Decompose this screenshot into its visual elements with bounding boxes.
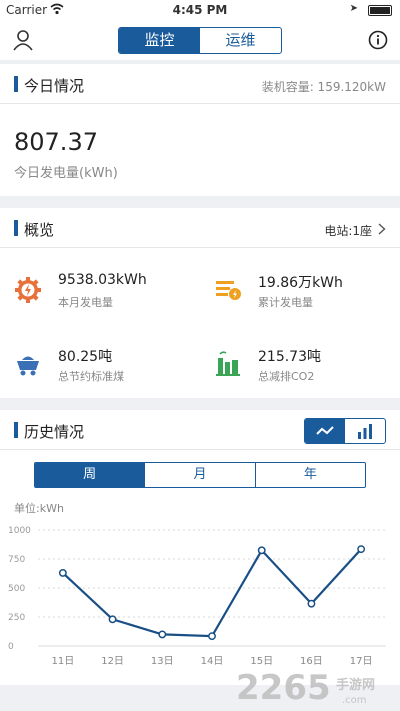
y-tick-label: 500: [8, 584, 25, 594]
data-point: [158, 630, 167, 639]
history-line-chart: 0 250 500 750 1000 11日 12日 13日 14日 15日 16日 17日: [8, 526, 386, 667]
installed-capacity: 装机容量: 159.120kW: [261, 80, 386, 94]
data-point: [357, 545, 366, 554]
period-year[interactable]: 年: [256, 463, 365, 487]
x-tick-label: 17日: [350, 656, 373, 667]
line-chart-icon: [316, 426, 334, 435]
battery-icon: [368, 5, 392, 16]
history-card: 历史情况 周 月 年 单位:kWh 0 250 500 750 1000 11日 12日 13…: [0, 410, 400, 685]
x-tick-label: 12日: [101, 656, 124, 667]
overview-card: 概览 电站:1座 9538.03kWh 本月发电量 19.86万kWh 累计发电…: [0, 208, 400, 398]
main-tab-switch: 监控 运维: [118, 27, 282, 54]
stat-label: 累计发电量: [258, 296, 313, 309]
today-generation-label: 今日发电量(kWh): [14, 166, 118, 181]
nav-bar: 监控 运维: [0, 20, 400, 60]
today-card: 今日情况 装机容量: 159.120kW 807.37 今日发电量(kWh): [0, 64, 400, 196]
data-point: [58, 568, 67, 577]
period-week[interactable]: 周: [35, 463, 146, 487]
data-point: [208, 632, 216, 641]
y-tick-label: 0: [8, 642, 14, 652]
overview-card-header[interactable]: 概览 电站:1座: [0, 208, 400, 248]
y-tick-label: 1000: [8, 526, 31, 536]
chart-unit: 单位:kWh: [14, 502, 64, 515]
location-arrow-icon: ➤: [349, 3, 358, 14]
x-tick-label: 16日: [300, 656, 323, 667]
site-watermark-logo: 2265 手游网 .com: [236, 668, 375, 707]
overview-title: 概览: [24, 221, 55, 239]
y-tick-label: 250: [8, 613, 25, 623]
data-point: [108, 615, 117, 624]
section-marker: [14, 220, 18, 236]
line-chart-button[interactable]: [305, 419, 345, 443]
stat-value: 9538.03kWh: [58, 272, 147, 288]
chevron-right-icon: [378, 223, 386, 235]
stat-value: 80.25吨: [58, 349, 113, 365]
svg-text:.com: .com: [342, 695, 367, 706]
period-switch: 周 月 年: [34, 462, 366, 488]
history-title: 历史情况: [24, 423, 85, 441]
stat-value: 19.86万kWh: [258, 275, 343, 291]
user-icon[interactable]: [12, 29, 34, 51]
today-title: 今日情况: [24, 77, 85, 95]
status-bar: Carrier 4:45 PM ➤: [0, 0, 400, 20]
y-tick-label: 750: [8, 555, 25, 565]
stat-label: 总减排CO2: [258, 370, 315, 383]
svg-text:2265: 2265: [236, 668, 331, 707]
data-point: [307, 599, 316, 608]
today-generation-value: 807.37: [14, 128, 98, 156]
stat-label: 总节约标准煤: [58, 370, 124, 383]
gear-bolt-icon: [15, 277, 41, 303]
chart-type-toggle: [304, 418, 386, 444]
x-tick-label: 11日: [51, 656, 74, 667]
data-point: [257, 546, 266, 555]
x-tick-label: 13日: [151, 656, 174, 667]
status-time: 4:45 PM: [172, 3, 228, 17]
stack-bolt-icon: [216, 281, 241, 300]
section-marker: [14, 422, 18, 438]
bar-chart-icon: [358, 424, 372, 439]
x-tick-label: 14日: [201, 656, 224, 667]
section-marker: [14, 76, 18, 92]
period-month[interactable]: 月: [145, 463, 256, 487]
coal-cart-icon: [17, 356, 39, 376]
stat-label: 本月发电量: [58, 296, 113, 309]
series-line: [62, 548, 362, 638]
tab-monitor[interactable]: 监控: [119, 28, 200, 53]
history-card-header: 历史情况: [0, 410, 400, 450]
svg-text:手游网: 手游网: [336, 677, 375, 693]
stat-value: 215.73吨: [258, 349, 321, 365]
info-icon[interactable]: [368, 30, 388, 50]
tab-maintenance[interactable]: 运维: [200, 28, 281, 53]
bar-chart-button[interactable]: [345, 419, 385, 443]
station-count: 电站:1座: [324, 224, 372, 238]
factory-icon: [216, 351, 240, 376]
today-card-header: 今日情况 装机容量: 159.120kW: [0, 64, 400, 104]
x-tick-label: 15日: [250, 656, 273, 667]
